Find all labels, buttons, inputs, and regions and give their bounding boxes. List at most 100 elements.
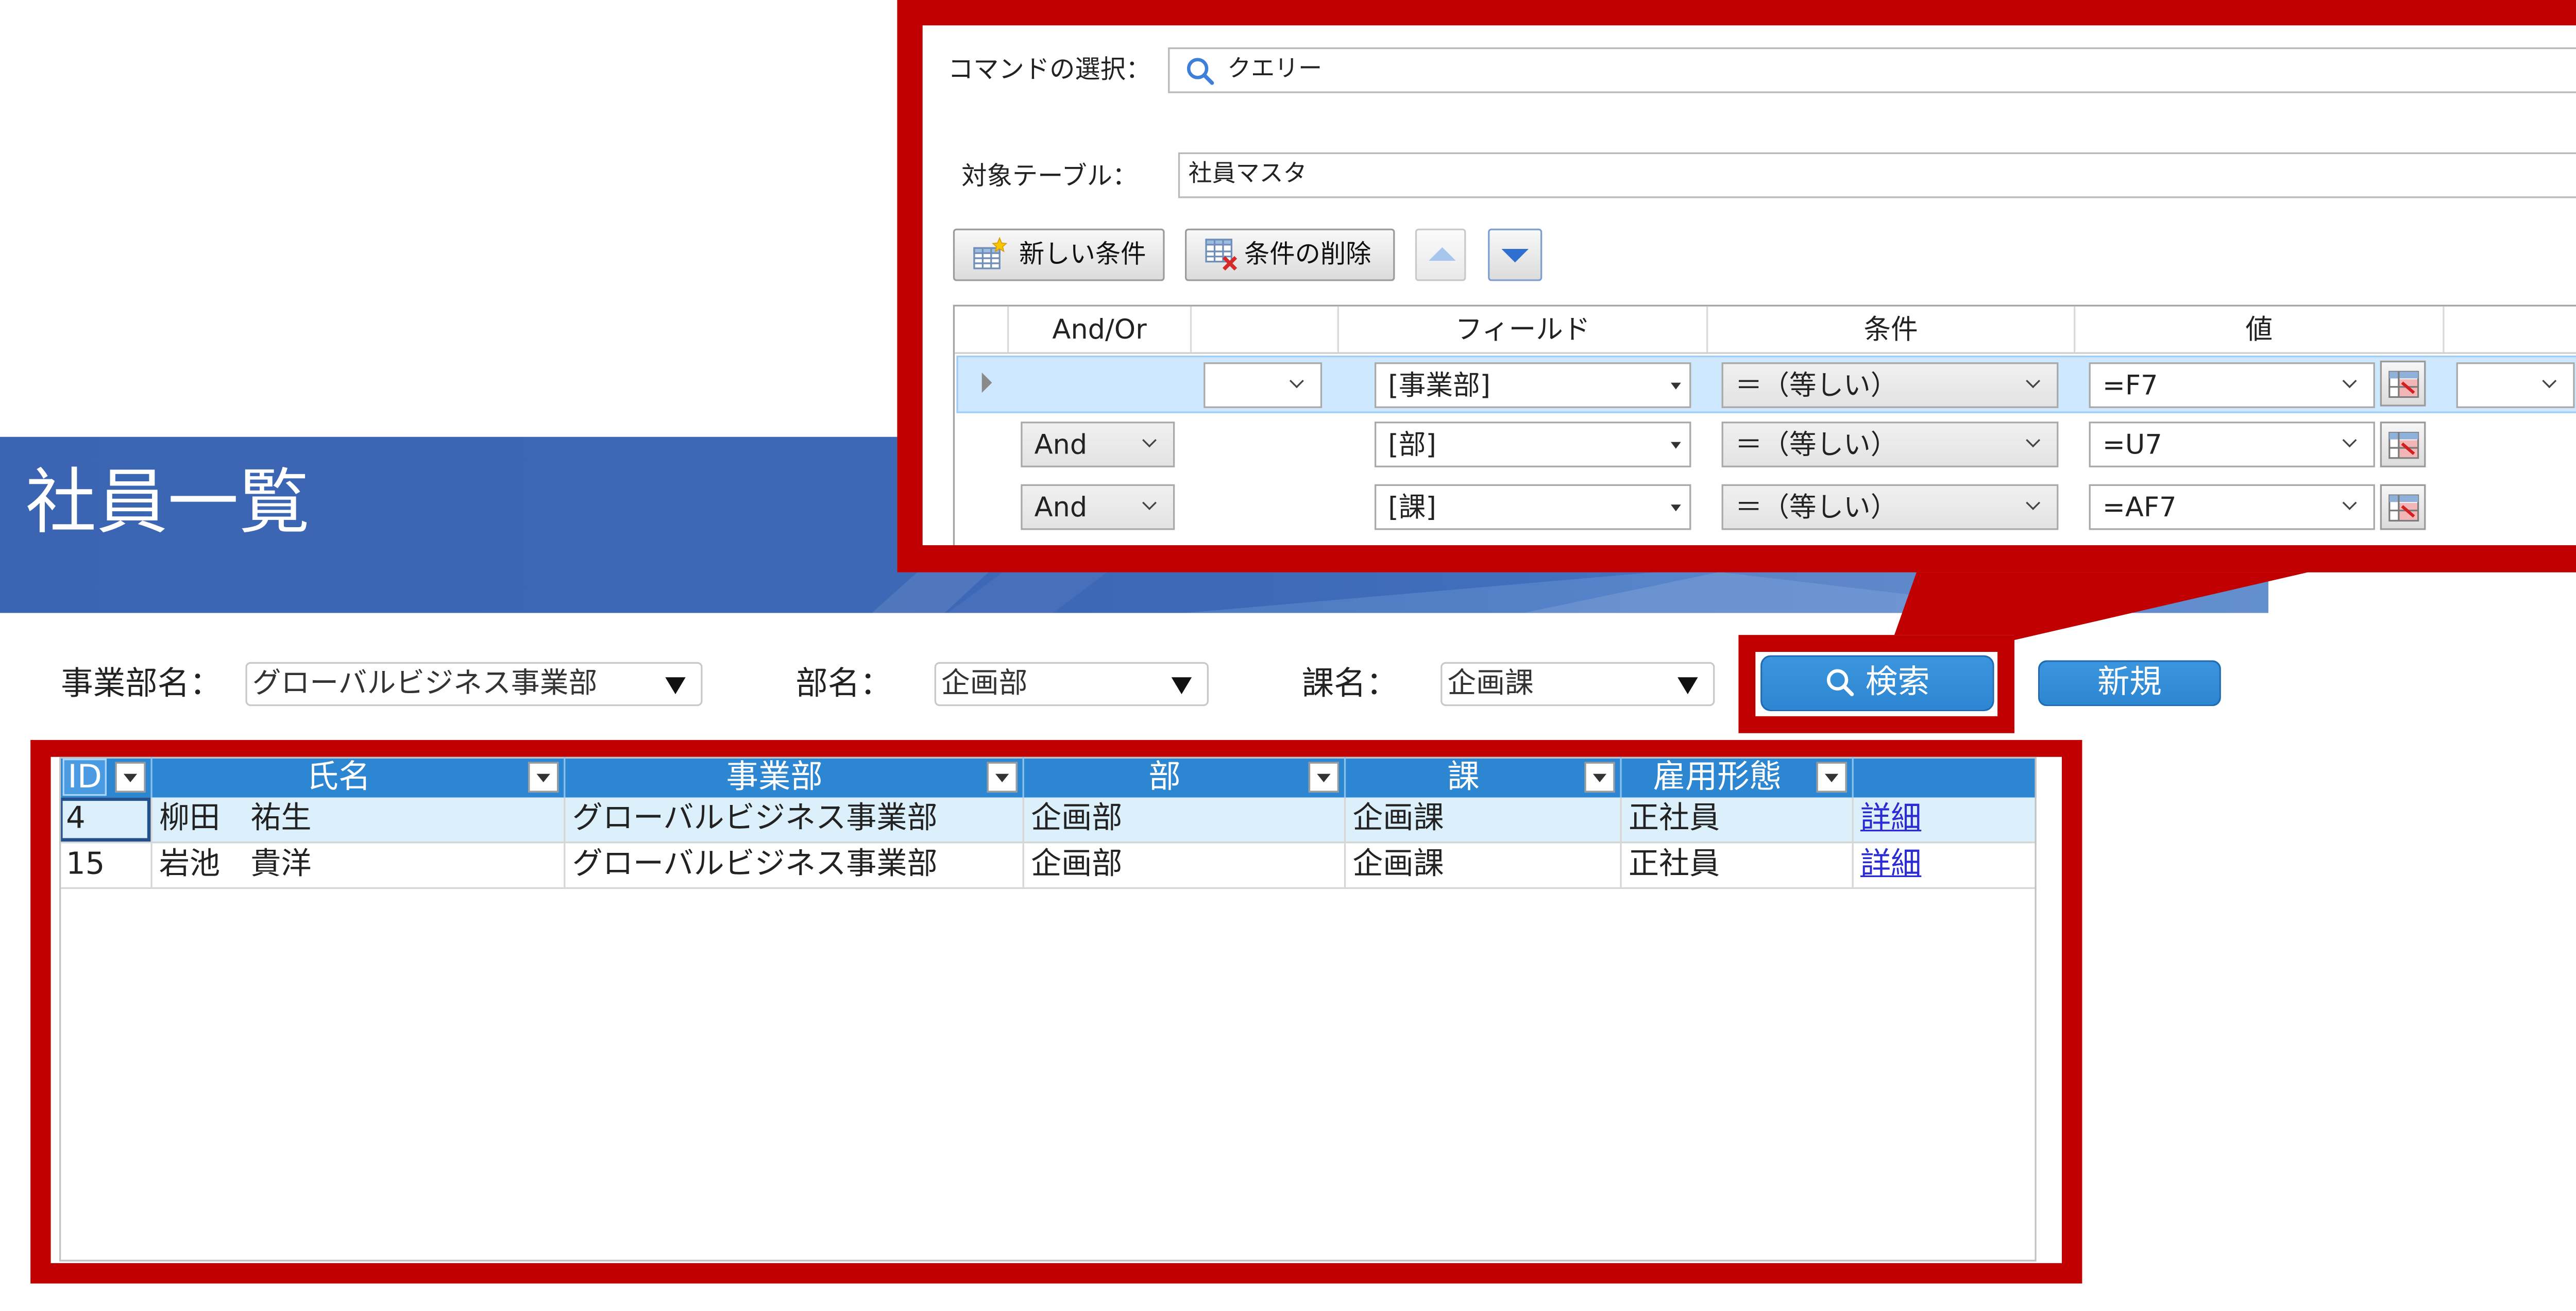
cell-name[interactable]: 岩池 貴洋 [152,843,566,887]
condition-value-select[interactable]: =F7 [2089,362,2375,408]
grid-header-row: And/Or フィールド 条件 値 [955,306,2576,354]
cell-actions: 詳細 [1854,843,2037,887]
condition-row-and-or-select[interactable]: And [1021,422,1175,467]
condition-row-and-or-select[interactable] [1204,362,1323,408]
cell-actions: 詳細 [1854,798,2037,842]
delete-condition-button[interactable]: 条件の削除 [1184,228,1395,281]
operator-value: ＝（等しい） [1735,369,1898,401]
section-filter-select[interactable]: 企画課 [1440,662,1715,707]
condition-row-and-or-select[interactable]: And [1021,484,1175,530]
table-row[interactable]: 4 柳田 祐生 グローバルビジネス事業部 企画部 企画課 正社員 詳細 [59,797,2037,844]
triangle-up-icon [1429,247,1456,261]
cell-id[interactable]: 15 [59,843,152,887]
cell-name[interactable]: 柳田 祐生 [152,797,566,842]
column-filter-button[interactable] [1584,762,1615,793]
condition-operator-select[interactable]: ＝（等しい） [1721,422,2059,467]
triangle-down-icon [1501,248,1529,263]
column-header-label: 雇用形態 [1653,758,1782,796]
dropdown-arrow-icon [1171,677,1192,695]
condition-field-select[interactable]: [部] [1374,422,1691,467]
cell-department[interactable]: 企画部 [1024,797,1346,842]
column-filter-button[interactable] [115,762,146,793]
target-table-select[interactable]: 社員マスタ [1178,152,2576,198]
column-header-employment-type[interactable]: 雇用形態 [1622,757,1854,798]
search-button-label: 検索 [1865,663,1930,701]
cell-picker-button[interactable] [2380,360,2426,407]
move-down-button[interactable] [1488,228,1543,281]
cell-division[interactable]: グローバルビジネス事業部 [565,797,1024,842]
value-value: =U7 [2102,428,2162,461]
condition-operator-select[interactable]: ＝（等しい） [1721,362,2059,408]
column-filter-button[interactable] [528,762,559,793]
cell-picker-icon [2388,494,2419,528]
new-condition-button[interactable]: 新しい条件 [953,228,1165,281]
table-header-row: ID 氏名 事業部 部 課 雇用形態 [59,757,2037,798]
column-header-label: 課 [1447,758,1480,796]
condition-extra-select[interactable] [2456,362,2575,408]
grid-header-value[interactable]: 値 [2075,306,2445,352]
column-header-actions [1854,757,2037,798]
new-button[interactable]: 新規 [2038,660,2221,707]
chevron-down-icon [1142,495,1157,510]
chevron-down-icon [2026,433,2041,448]
division-filter-select[interactable]: グローバルビジネス事業部 [245,662,703,707]
chevron-down-icon [1142,433,1157,448]
target-table-label: 対象テーブル： [961,161,1138,192]
condition-field-select[interactable]: [課] [1374,484,1691,530]
column-header-name[interactable]: 氏名 [152,757,566,798]
command-select[interactable]: クエリー [1168,47,2576,93]
dropdown-arrow-icon [1670,382,1681,390]
filter-dropdown-icon [1824,774,1839,782]
cell-picker-button[interactable] [2380,422,2426,467]
condition-value-select[interactable]: =U7 [2089,422,2375,467]
cell-section[interactable]: 企画課 [1346,843,1622,887]
cell-division[interactable]: グローバルビジネス事業部 [565,843,1024,887]
move-up-button[interactable] [1415,228,1466,281]
search-button[interactable]: 検索 [1760,655,1994,711]
dropdown-arrow-icon [1670,442,1681,449]
cell-section[interactable]: 企画課 [1346,797,1622,842]
search-icon [1826,669,1854,696]
value-value: =F7 [2102,369,2158,401]
column-header-section[interactable]: 課 [1346,757,1622,798]
command-select-label: コマンドの選択： [947,54,1151,85]
table-row[interactable]: 15 岩池 貴洋 グローバルビジネス事業部 企画部 企画課 正社員 詳細 [59,843,2037,889]
cell-picker-icon [2388,371,2419,405]
cell-employment-type[interactable]: 正社員 [1622,843,1854,887]
column-header-department[interactable]: 部 [1024,757,1346,798]
grid-header-blank [1192,306,1339,352]
conditions-grid: And/Or フィールド 条件 値 [事業部] ＝（等しい） =F7 And [… [953,305,2576,545]
field-value: [事業部] [1388,369,1491,401]
cell-department[interactable]: 企画部 [1024,843,1346,887]
detail-link[interactable]: 詳細 [1860,801,1921,836]
detail-link[interactable]: 詳細 [1860,847,1921,882]
column-header-id[interactable]: ID [59,757,152,798]
cell-employment-type[interactable]: 正社員 [1622,797,1854,842]
column-filter-button[interactable] [1308,762,1339,793]
grid-header-row-selector [955,306,1009,352]
grid-header-condition[interactable]: 条件 [1708,306,2076,352]
delete-condition-label: 条件の削除 [1244,239,1371,270]
condition-operator-select[interactable]: ＝（等しい） [1721,484,2059,530]
condition-value-select[interactable]: =AF7 [2089,484,2375,530]
field-value: [課] [1388,491,1436,524]
department-filter-select[interactable]: 企画部 [934,662,1209,707]
condition-field-select[interactable]: [事業部] [1374,362,1691,408]
column-filter-button[interactable] [987,762,1018,793]
column-header-division[interactable]: 事業部 [565,757,1024,798]
and-or-value: And [1034,428,1088,461]
cell-picker-button[interactable] [2380,484,2426,530]
department-filter-label: 部名： [795,665,892,703]
filter-dropdown-icon [1592,774,1607,782]
cell-picker-icon [2388,431,2419,466]
column-header-label: 部 [1148,758,1181,796]
column-filter-button[interactable] [1816,762,1847,793]
cell-id[interactable]: 4 [59,797,152,842]
screen: 社員一覧 コマンドの選択： クエリー 対象テーブル： 社員マスタ 新しい条件 条… [0,0,2576,1311]
section-filter-value: 企画課 [1447,667,1534,701]
grid-header-and-or[interactable]: And/Or [1009,306,1192,352]
chevron-down-icon [2342,374,2357,389]
grid-header-field[interactable]: フィールド [1339,306,1708,352]
and-or-value: And [1034,491,1088,524]
filter-dropdown-icon [1317,774,1331,782]
